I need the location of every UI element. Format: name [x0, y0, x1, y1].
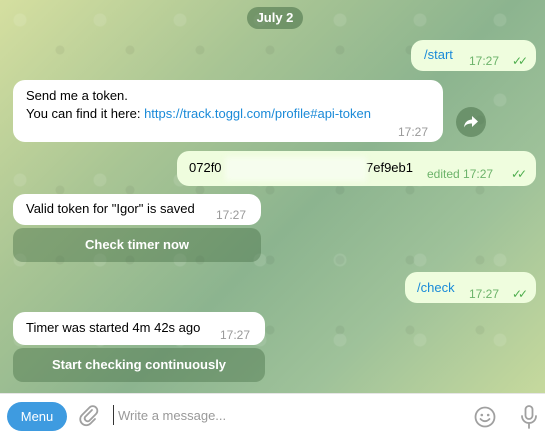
message-time: 17:27 — [398, 125, 429, 139]
emoji-icon[interactable] — [474, 406, 496, 428]
token-redaction — [225, 157, 367, 181]
message-line-2-prefix: You can find it here: — [26, 106, 145, 121]
menu-button[interactable]: Menu — [7, 402, 67, 431]
share-icon — [464, 116, 478, 128]
message-time: 17:27 — [469, 54, 500, 68]
start-checking-continuously-button[interactable]: Start checking continuously — [13, 348, 265, 382]
message-text: Timer was started 4m 42s ago — [26, 320, 201, 335]
message-input-bar: Menu — [0, 393, 545, 434]
message-edited-time: edited 17:27 — [427, 167, 494, 181]
read-check-icon: ✓✓ — [511, 167, 527, 181]
message-check-command[interactable]: /check 17:27 ✓✓ — [405, 272, 536, 303]
check-timer-now-button[interactable]: Check timer now — [13, 228, 261, 262]
message-token-request[interactable]: Send me a token. You can find it here: h… — [13, 80, 443, 142]
message-text[interactable]: /check — [417, 279, 455, 297]
read-check-icon: ✓✓ — [512, 54, 528, 68]
share-button[interactable] — [456, 107, 486, 137]
message-time: 17:27 — [216, 208, 247, 222]
api-token-link[interactable]: https://track.toggl.com/profile#api-toke… — [144, 106, 371, 121]
message-text: Valid token for "Igor" is saved — [26, 201, 195, 216]
chat-area[interactable]: July 2 /start 17:27 ✓✓ Send me a token. … — [0, 0, 545, 393]
message-time: 17:27 — [469, 287, 500, 301]
message-start-command[interactable]: /start 17:27 ✓✓ — [411, 40, 536, 71]
date-separator: July 2 — [247, 7, 303, 29]
microphone-icon[interactable] — [520, 405, 538, 429]
message-timer-started[interactable]: Timer was started 4m 42s ago 17:27 — [13, 312, 265, 345]
token-text-end: 7ef9eb1 — [366, 160, 413, 175]
read-check-icon: ✓✓ — [512, 287, 528, 301]
message-line-1: Send me a token. — [26, 88, 128, 103]
message-input[interactable] — [113, 405, 443, 425]
message-text[interactable]: /start — [424, 46, 453, 64]
token-text-start: 072f0 — [189, 160, 222, 175]
message-line-2: You can find it here: https://track.togg… — [26, 105, 371, 123]
message-valid-token[interactable]: Valid token for "Igor" is saved 17:27 — [13, 194, 261, 225]
paperclip-icon[interactable] — [78, 405, 100, 427]
message-time: 17:27 — [220, 328, 251, 342]
